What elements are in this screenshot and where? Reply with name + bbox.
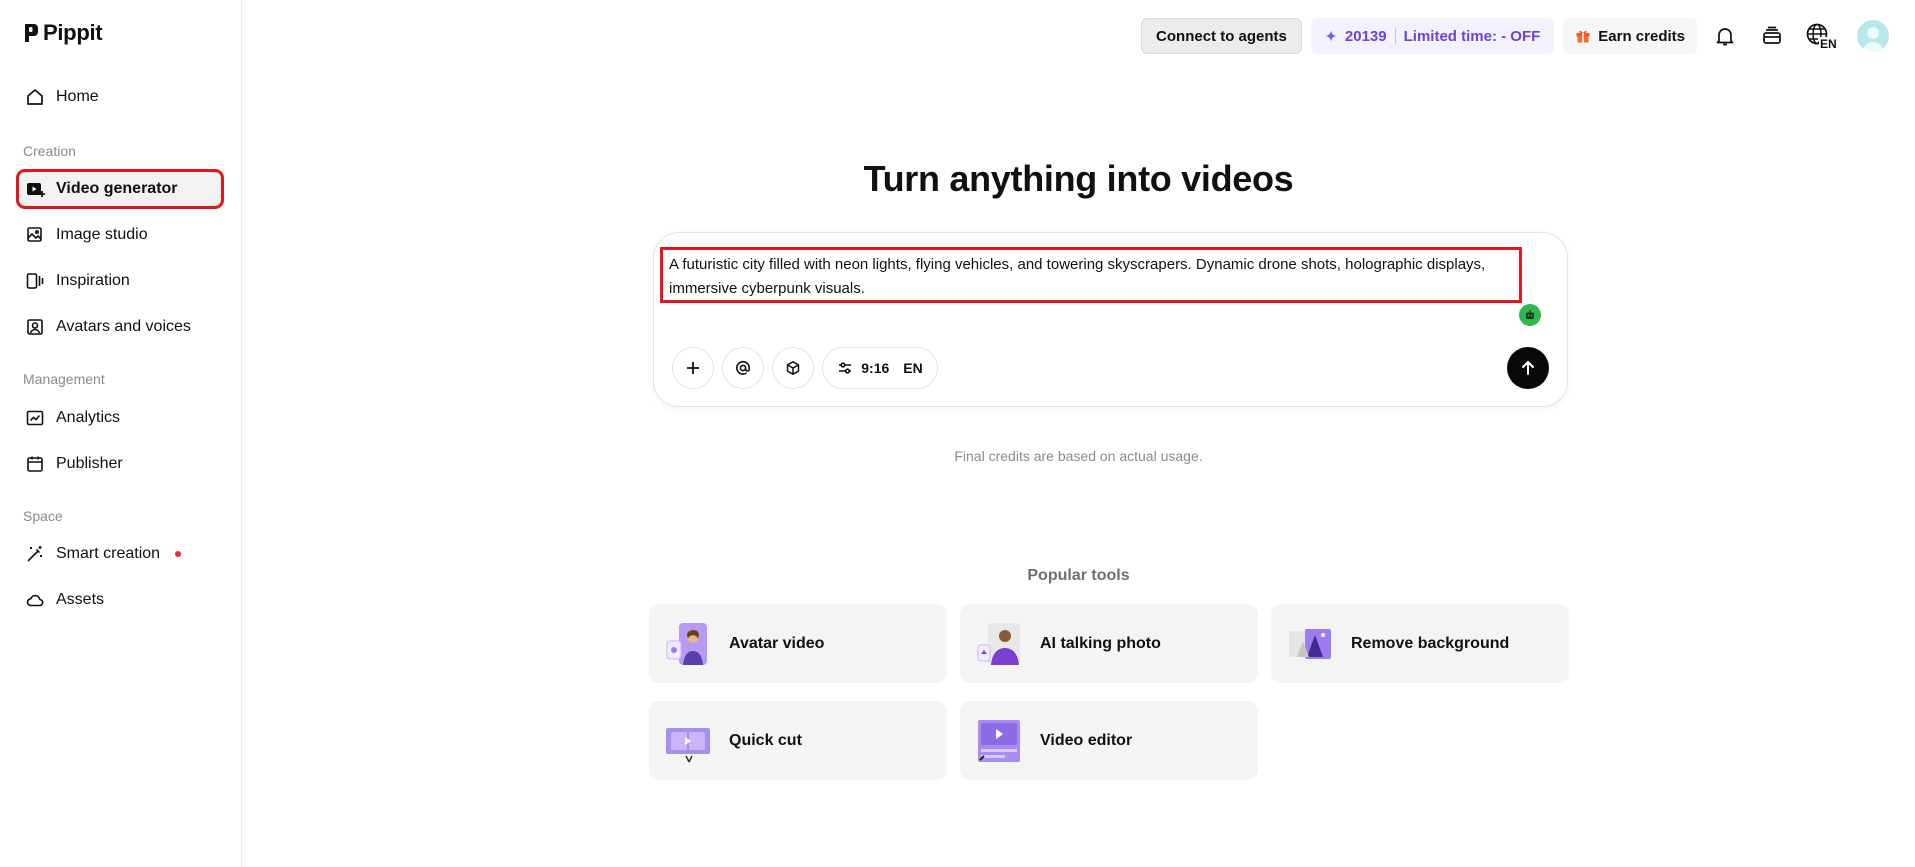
mention-button[interactable] [722,347,764,389]
talking-photo-thumbnail [977,622,1020,665]
page-title-text: Turn anything into videos [863,158,1294,199]
sidebar-item-home[interactable]: Home [19,80,221,114]
notifications-button[interactable] [1706,18,1744,54]
sidebar-item-avatars-voices[interactable]: Avatars and voices [19,310,221,344]
user-avatar[interactable] [1857,20,1889,52]
quick-cut-thumbnail [666,727,710,762]
add-media-button[interactable] [672,347,714,389]
inspiration-icon [26,273,44,289]
pippit-logo-icon [25,24,38,42]
sidebar-item-label: Avatars and voices [56,318,191,335]
top-bar: Connect to agents 20139 Limited time: - … [1141,18,1889,54]
image-studio-icon [27,227,42,242]
section-label-creation: Creation [23,143,76,159]
tool-card-label: Remove background [1351,634,1510,652]
tool-card-label: Avatar video [729,634,825,652]
sidebar-item-label: Analytics [56,409,121,426]
tool-card-avatar-video[interactable]: Avatar video [649,604,947,683]
sidebar-item-publisher[interactable]: Publisher [19,447,221,481]
avatar-video-thumbnail [666,622,707,665]
robot-icon [1526,310,1534,319]
sidebar: Pippit Home Creation Video generator Ima… [0,0,242,867]
prompt-input[interactable]: A futuristic city filled with neon light… [660,247,1522,303]
sidebar-item-inspiration[interactable]: Inspiration [19,264,221,298]
sidebar-item-label: Smart creation [56,545,161,562]
earn-credits-button[interactable]: Earn credits [1563,18,1697,54]
language-button[interactable]: EN [1800,18,1844,54]
popular-tools-title: Popular tools [1027,567,1130,584]
sidebar-item-label: Assets [56,591,105,608]
send-button[interactable] [1507,347,1549,389]
video-editor-thumbnail [978,719,1020,762]
tool-card-label: Video editor [1040,731,1133,749]
credits-note: Final credits are based on actual usage. [954,448,1203,464]
user-icon [1862,27,1884,52]
remove-background-thumbnail [1289,628,1331,659]
magic-wand-icon [27,546,42,562]
promo-text: Limited time: - OFF [1403,27,1541,45]
model-button[interactable] [772,347,814,389]
prompt-box: A futuristic city filled with neon light… [653,232,1568,407]
tool-card-video-editor[interactable]: Video editor [960,701,1258,780]
grammar-assistant-badge[interactable] [1519,304,1541,326]
tool-card-remove-background[interactable]: Remove background [1271,604,1569,683]
sidebar-item-label: Inspiration [56,272,130,289]
earn-credits-label: Earn credits [1598,27,1685,45]
language-value: EN [903,360,923,376]
home-icon [27,89,43,105]
layers-button[interactable] [1753,18,1791,54]
sidebar-item-label: Image studio [56,226,148,243]
aspect-ratio-value: 9:16 [861,360,890,376]
arrow-up-icon [1522,361,1534,375]
gift-icon [1576,30,1590,43]
language-code: EN [1820,37,1837,50]
cube-icon [786,361,800,375]
sidebar-item-smart-creation[interactable]: Smart creation [19,537,221,571]
divider [1394,28,1396,44]
sparkle-icon [1325,30,1337,42]
logo-text: Pippit [43,20,103,45]
page-title: Turn anything into videos [0,158,1915,200]
sidebar-item-analytics[interactable]: Analytics [19,401,221,435]
sidebar-item-assets[interactable]: Assets [19,583,221,617]
credits-pill[interactable]: 20139 Limited time: - OFF [1310,18,1555,54]
analytics-icon [26,410,44,426]
tool-card-label: AI talking photo [1040,634,1161,652]
credits-count: 20139 [1344,27,1387,45]
connect-agents-button[interactable]: Connect to agents [1141,18,1302,54]
at-sign-icon [736,360,751,375]
video-settings-button[interactable]: 9:16 EN [822,347,938,389]
sidebar-item-label: Home [56,88,99,105]
logo[interactable]: Pippit [23,20,103,46]
calendar-icon [27,456,43,472]
plus-icon [687,362,699,374]
sliders-icon [839,362,852,374]
tool-card-ai-talking-photo[interactable]: AI talking photo [960,604,1258,683]
cloud-icon [26,594,44,607]
section-label-space: Space [23,508,63,524]
bell-icon [1716,28,1734,46]
tool-card-label: Quick cut [729,731,802,749]
avatar-voice-icon [27,319,43,335]
sidebar-item-image-studio[interactable]: Image studio [19,218,221,252]
notification-dot [175,551,182,557]
sidebar-item-label: Publisher [56,455,123,472]
globe-icon: EN [1806,23,1837,50]
section-label-management: Management [23,371,105,387]
stack-icon [1763,26,1781,44]
tool-card-quick-cut[interactable]: Quick cut [649,701,947,780]
